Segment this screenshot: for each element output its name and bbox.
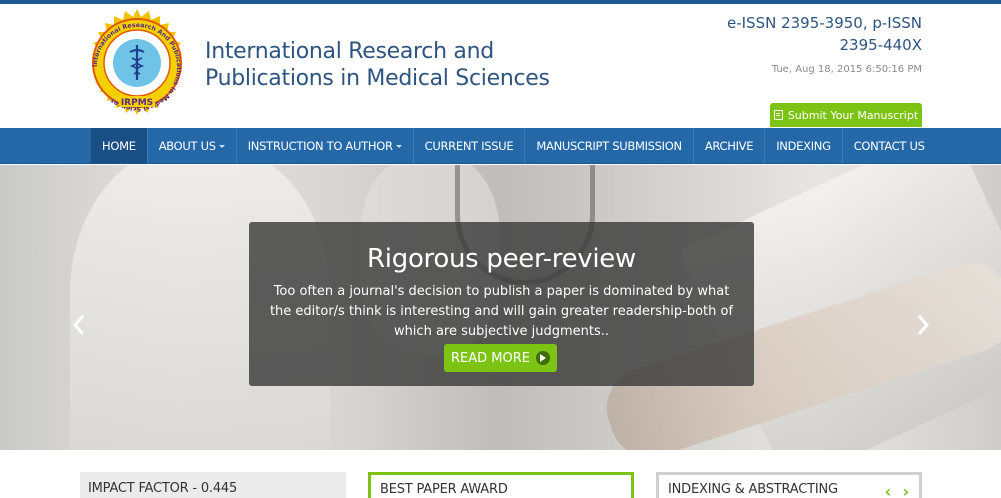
logo-acronym: IRPMS	[121, 98, 153, 108]
nav-home[interactable]: HOME	[91, 128, 148, 164]
nav-instruction-to-author[interactable]: INSTRUCTION TO AUTHOR	[237, 128, 414, 164]
carousel-next-button[interactable]	[916, 313, 930, 337]
best-paper-award-title: BEST PAPER AWARD	[380, 482, 508, 497]
read-more-button[interactable]: READ MORE	[444, 344, 557, 372]
best-paper-award-box: BEST PAPER AWARD	[368, 472, 634, 498]
nav-manuscript-submission[interactable]: MANUSCRIPT SUBMISSION	[525, 128, 694, 164]
nav-current-issue-label: CURRENT ISSUE	[424, 139, 514, 153]
nav-contact-us[interactable]: CONTACT US	[843, 128, 936, 164]
chevron-left-icon	[72, 315, 85, 335]
impact-factor-title: IMPACT FACTOR - 0.445	[88, 481, 238, 496]
nav-home-label: HOME	[102, 139, 136, 153]
submit-label: Submit Your Manuscript	[787, 108, 919, 122]
carousel-prev-button[interactable]	[72, 313, 86, 337]
chevron-left-icon[interactable]: ‹	[885, 482, 892, 498]
nav-archive[interactable]: ARCHIVE	[694, 128, 766, 164]
arrow-right-circle-icon	[535, 351, 550, 365]
site-header: International Research And Publications …	[0, 4, 1001, 128]
nav-indexing[interactable]: INDEXING	[765, 128, 843, 164]
nav-contact-us-label: CONTACT US	[853, 139, 925, 153]
chevron-right-icon	[917, 315, 930, 335]
hero-title: Rigorous peer-review	[367, 244, 636, 274]
info-boxes: IMPACT FACTOR - 0.445 BEST PAPER AWARD I…	[0, 450, 1001, 498]
nav-archive-label: ARCHIVE	[704, 139, 754, 153]
hero-caption: Rigorous peer-review Too often a journal…	[249, 222, 754, 386]
nav-manuscript-submission-label: MANUSCRIPT SUBMISSION	[536, 139, 682, 153]
logo[interactable]: International Research And Publications …	[78, 8, 196, 126]
hero-text: Too often a journal's decision to publis…	[269, 284, 734, 339]
caret-down-icon	[218, 144, 225, 148]
read-more-label: READ MORE	[451, 350, 530, 366]
caret-down-icon	[395, 144, 402, 148]
nav-about-us[interactable]: ABOUT US	[148, 128, 237, 164]
issn-info: e-ISSN 2395-3950, p-ISSN 2395-440X	[726, 14, 922, 54]
file-icon	[773, 110, 783, 120]
main-nav: HOME ABOUT US INSTRUCTION TO AUTHOR CURR…	[0, 128, 1001, 164]
nav-indexing-label: INDEXING	[776, 139, 831, 153]
nav-current-issue[interactable]: CURRENT ISSUE	[414, 128, 526, 164]
logo-seal-icon: International Research And Publications …	[92, 9, 182, 115]
chevron-right-icon[interactable]: ›	[903, 482, 910, 498]
indexing-title: INDEXING & ABSTRACTING	[668, 482, 838, 497]
datetime: Tue, Aug 18, 2015 6:50:16 PM	[771, 64, 922, 75]
nav-about-us-label: ABOUT US	[158, 139, 216, 153]
submit-manuscript-button[interactable]: Submit Your Manuscript	[770, 103, 922, 127]
impact-factor-box: IMPACT FACTOR - 0.445	[80, 472, 346, 498]
indexing-box: INDEXING & ABSTRACTING ‹ ›	[656, 472, 922, 498]
nav-instruction-label: INSTRUCTION TO AUTHOR	[247, 139, 393, 153]
site-title[interactable]: International Research and Publications …	[205, 38, 565, 92]
